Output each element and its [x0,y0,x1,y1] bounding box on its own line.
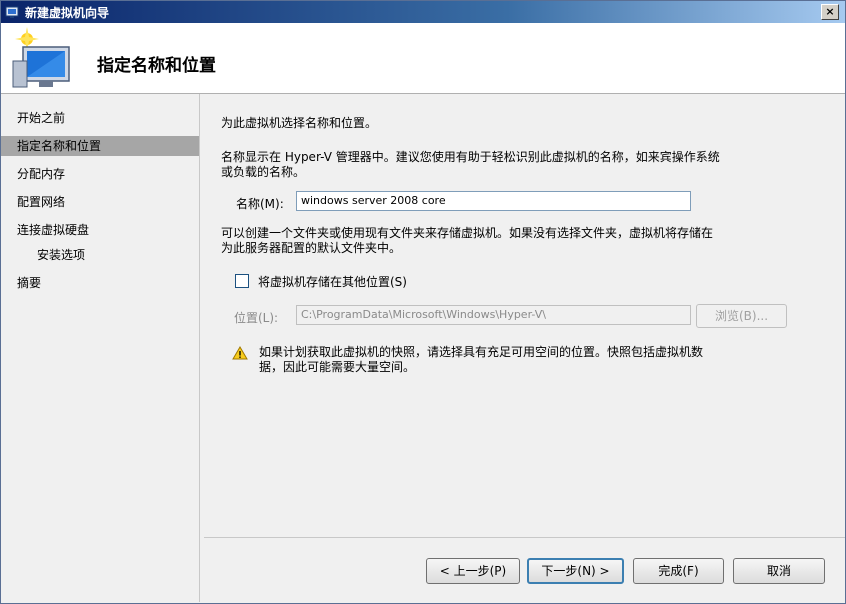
hyper-v-icon [5,6,19,18]
wizard-step-list: 开始之前 指定名称和位置 分配内存 配置网络 连接虚拟硬盘 安装选项 摘要 [1,94,200,602]
nav-item-install-options[interactable]: 安装选项 [1,245,199,265]
name-description-line2: 或负载的名称。 [221,165,306,179]
folder-description-line2: 为此服务器配置的默认文件夹中。 [221,241,402,255]
warning-icon [232,346,248,360]
new-vm-wizard-icon [12,27,70,88]
intro-text: 为此虚拟机选择名称和位置。 [221,116,378,130]
name-input[interactable]: windows server 2008 core [296,191,691,211]
wizard-header: 指定名称和位置 [1,23,845,94]
wizard-window: 新建虚拟机向导 × 指定名称和位置 开始之前 指定名称和位置 分配内存 配置网络… [0,0,846,604]
snapshot-warning-line1: 如果计划获取此虚拟机的快照，请选择具有充足可用空间的位置。快照包括虚拟机数 [259,345,704,359]
browse-button[interactable]: 浏览(B)... [696,304,787,328]
store-elsewhere-checkbox[interactable] [235,274,249,288]
store-elsewhere-label[interactable]: 将虚拟机存储在其他位置(S) [258,273,407,290]
cancel-button[interactable]: 取消 [733,558,825,584]
nav-item-connect-vhd[interactable]: 连接虚拟硬盘 [1,220,199,240]
location-label: 位置(L): [234,311,279,325]
snapshot-warning-line2: 据，因此可能需要大量空间。 [259,360,416,374]
location-input[interactable]: C:\ProgramData\Microsoft\Windows\Hyper-V… [296,305,691,325]
footer-separator [204,537,845,538]
window-title: 新建虚拟机向导 [25,6,110,20]
content-pane: 为此虚拟机选择名称和位置。 名称显示在 Hyper-V 管理器中。建议您使用有助… [204,94,845,534]
title-bar: 新建虚拟机向导 × [1,1,845,23]
name-label: 名称(M): [236,197,284,211]
nav-item-before-you-begin[interactable]: 开始之前 [1,108,199,128]
close-button[interactable]: × [821,4,839,20]
name-description-line1: 名称显示在 Hyper-V 管理器中。建议您使用有助于轻松识别此虚拟机的名称，如… [221,150,720,164]
folder-description-line1: 可以创建一个文件夹或使用现有文件夹来存储虚拟机。如果没有选择文件夹，虚拟机将存储… [221,226,714,240]
finish-button[interactable]: 完成(F) [633,558,724,584]
next-button[interactable]: 下一步(N) > [527,558,624,584]
previous-button[interactable]: < 上一步(P) [426,558,520,584]
nav-item-assign-memory[interactable]: 分配内存 [1,164,199,184]
page-title: 指定名称和位置 [97,56,216,76]
nav-item-specify-name[interactable]: 指定名称和位置 [1,136,199,156]
nav-item-summary[interactable]: 摘要 [1,273,199,293]
nav-item-configure-network[interactable]: 配置网络 [1,192,199,212]
